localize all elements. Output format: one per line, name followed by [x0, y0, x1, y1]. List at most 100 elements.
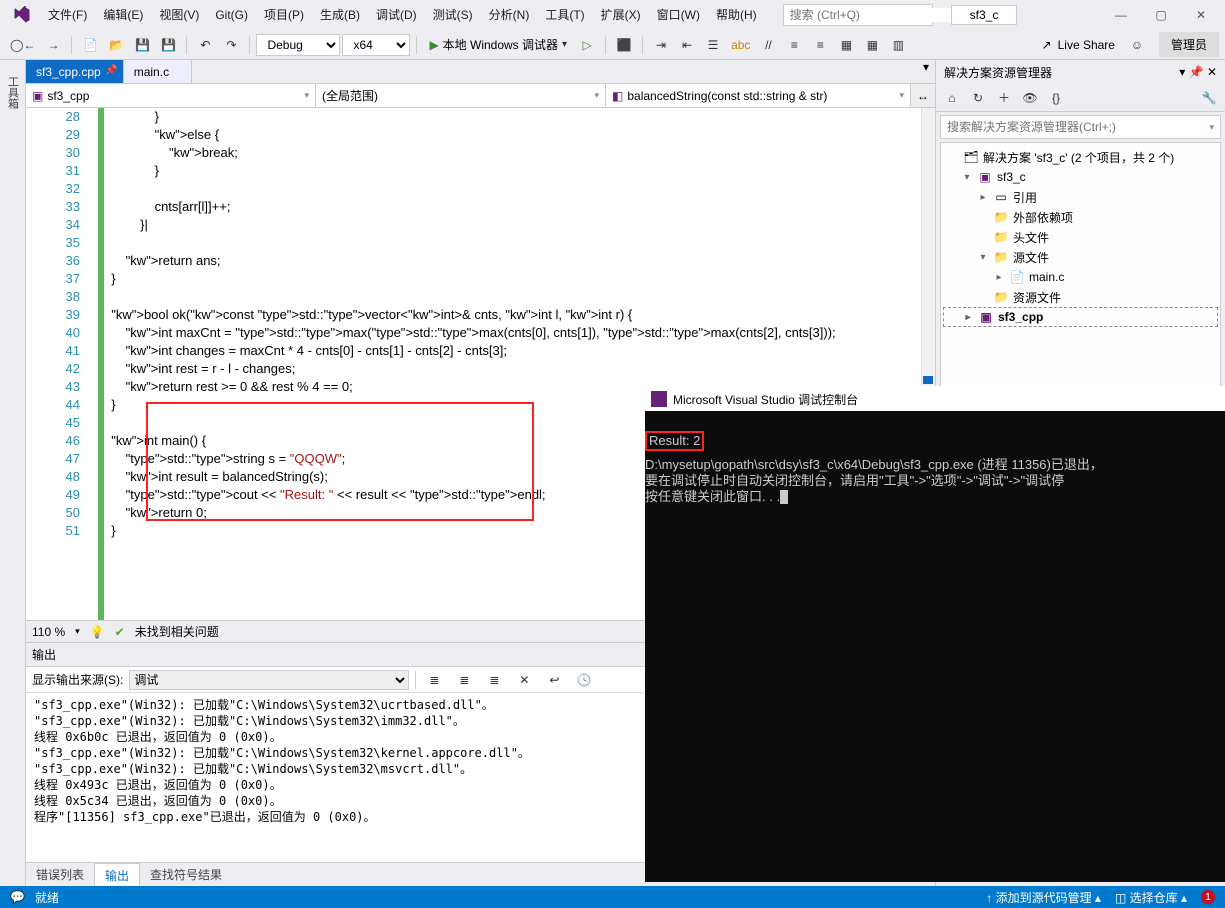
- out-tool-2[interactable]: ≣: [452, 668, 476, 692]
- menu-生成[interactable]: 生成(B): [312, 0, 368, 30]
- out-tool-1[interactable]: ≣: [422, 668, 446, 692]
- tabs-overflow[interactable]: ▾: [917, 60, 935, 83]
- menu-测试[interactable]: 测试(S): [425, 0, 481, 30]
- sol-home[interactable]: ⌂: [940, 86, 964, 110]
- sol-pin[interactable]: 📌: [1189, 65, 1204, 79]
- menu-帮助[interactable]: 帮助(H): [708, 0, 765, 30]
- maximize-button[interactable]: ▢: [1141, 0, 1181, 30]
- status-item[interactable]: ↑ 添加到源代码管理 ▴: [986, 889, 1101, 906]
- status-badge[interactable]: 1: [1201, 890, 1215, 904]
- save-all-button[interactable]: 💾: [156, 33, 180, 57]
- sol-dropdown[interactable]: ▾: [1179, 65, 1185, 79]
- start-without-debug[interactable]: ▷: [575, 33, 599, 57]
- menu-编辑[interactable]: 编辑(E): [95, 0, 151, 30]
- bottom-tab-0[interactable]: 错误列表: [26, 863, 94, 886]
- solution-search-input[interactable]: [941, 120, 1203, 134]
- forward-button[interactable]: →: [41, 33, 65, 57]
- sol-plus[interactable]: ＋: [992, 86, 1016, 110]
- menu-分析[interactable]: 分析(N): [481, 0, 538, 30]
- solution-search[interactable]: ▾: [940, 115, 1221, 139]
- status-item[interactable]: ◫ 选择仓库 ▴: [1115, 889, 1187, 906]
- sol-close[interactable]: ✕: [1207, 65, 1217, 79]
- tree-item-main.c[interactable]: ▸📄main.c: [943, 267, 1218, 287]
- tool-k[interactable]: ▥: [886, 33, 910, 57]
- tree-item-sf3_c[interactable]: ▾▣sf3_c: [943, 167, 1218, 187]
- bottom-tab-1[interactable]: 输出: [94, 863, 140, 886]
- tool-a[interactable]: ⬛: [612, 33, 636, 57]
- menu-窗口[interactable]: 窗口(W): [649, 0, 708, 30]
- file-tab-main.c[interactable]: main.c: [124, 60, 192, 83]
- output-title: 输出: [32, 646, 56, 663]
- undo-button[interactable]: ↶: [193, 33, 217, 57]
- tree-item-头文件[interactable]: 📁头文件: [943, 227, 1218, 247]
- new-project-button[interactable]: 📄: [78, 33, 102, 57]
- file-tab-sf3_cpp.cpp[interactable]: sf3_cpp.cpp📌✕: [26, 60, 124, 83]
- out-wrap[interactable]: ↩: [542, 668, 566, 692]
- console-cursor: [780, 490, 788, 504]
- run-button[interactable]: ▶ 本地 Windows 调试器 ▾: [423, 36, 573, 53]
- statusbar: 💬 就绪 ↑ 添加到源代码管理 ▴ ◫ 选择仓库 ▴ 1: [0, 886, 1225, 908]
- tree-item-引用[interactable]: ▸▭引用: [943, 187, 1218, 207]
- bottom-tab-2[interactable]: 查找符号结果: [140, 863, 232, 886]
- save-button[interactable]: 💾: [130, 33, 154, 57]
- out-time[interactable]: 🕓: [572, 668, 596, 692]
- sol-sync[interactable]: ↻: [966, 86, 990, 110]
- tree-item-sf3_cpp[interactable]: ▸▣sf3_cpp: [943, 307, 1218, 327]
- solution-root[interactable]: 🗂 解决方案 'sf3_c' (2 个项目，共 2 个): [943, 147, 1218, 167]
- close-button[interactable]: ✕: [1181, 0, 1221, 30]
- sol-view[interactable]: 👁: [1018, 86, 1042, 110]
- play-icon: ▶: [429, 38, 438, 52]
- window-controls: — ▢ ✕: [1101, 0, 1221, 30]
- menu-项目[interactable]: 项目(P): [256, 0, 312, 30]
- config-select[interactable]: Debug: [256, 34, 340, 56]
- platform-select[interactable]: x64: [342, 34, 410, 56]
- menu-调试[interactable]: 调试(D): [368, 0, 425, 30]
- sol-bracket[interactable]: {}: [1044, 86, 1068, 110]
- back-button[interactable]: ◯←: [6, 33, 39, 57]
- rail-toolbox[interactable]: 工具箱: [3, 70, 23, 115]
- zoom-level[interactable]: 110 %: [32, 625, 65, 639]
- nav-scope-mid[interactable]: (全局范围)▾: [316, 84, 606, 107]
- menu-文件[interactable]: 文件(F): [40, 0, 95, 30]
- redo-button[interactable]: ↷: [219, 33, 243, 57]
- status-ready: 就绪: [35, 889, 59, 906]
- admin-label: 管理员: [1159, 32, 1219, 57]
- console-titlebar[interactable]: Microsoft Visual Studio 调试控制台: [645, 387, 1225, 411]
- menu-Git[interactable]: Git(G): [207, 0, 256, 30]
- live-share-button[interactable]: ↗ Live Share: [1034, 38, 1123, 52]
- tool-h[interactable]: ≡: [808, 33, 832, 57]
- tool-j[interactable]: ▦: [860, 33, 884, 57]
- out-clear[interactable]: ✕: [512, 668, 536, 692]
- titlebar-search-input[interactable]: [784, 8, 951, 22]
- tool-e[interactable]: abc: [727, 33, 754, 57]
- sol-wrench[interactable]: 🔧: [1197, 86, 1221, 110]
- tool-b[interactable]: ⇥: [649, 33, 673, 57]
- tool-c[interactable]: ⇤: [675, 33, 699, 57]
- tool-d[interactable]: ☰: [701, 33, 725, 57]
- menu-扩展[interactable]: 扩展(X): [593, 0, 649, 30]
- tool-g[interactable]: ≡: [782, 33, 806, 57]
- open-button[interactable]: 📂: [104, 33, 128, 57]
- tree-item-源文件[interactable]: ▾📁源文件: [943, 247, 1218, 267]
- nav-scope-left[interactable]: ▣sf3_cpp▾: [26, 84, 316, 107]
- run-label: 本地 Windows 调试器: [443, 36, 558, 53]
- tool-i[interactable]: ▦: [834, 33, 858, 57]
- status-comment-icon[interactable]: 💬: [10, 890, 25, 904]
- debug-console-window[interactable]: Microsoft Visual Studio 调试控制台 Result: 2 …: [645, 386, 1225, 882]
- menu-工具[interactable]: 工具(T): [537, 0, 592, 30]
- out-tool-3[interactable]: ≣: [482, 668, 506, 692]
- tree-item-资源文件[interactable]: 📁资源文件: [943, 287, 1218, 307]
- feedback-icon[interactable]: ☺: [1125, 33, 1149, 57]
- tool-f[interactable]: //: [756, 33, 780, 57]
- titlebar: 文件(F)编辑(E)视图(V)Git(G)项目(P)生成(B)调试(D)测试(S…: [0, 0, 1225, 30]
- split-editor-button[interactable]: ↔: [911, 84, 935, 107]
- lightbulb-icon[interactable]: 💡: [90, 625, 105, 639]
- output-source-select[interactable]: 调试: [129, 670, 409, 690]
- nav-scope-right[interactable]: ◧balancedString(const std::string & str)…: [606, 84, 911, 107]
- menu-视图[interactable]: 视图(V): [151, 0, 207, 30]
- minimize-button[interactable]: —: [1101, 0, 1141, 30]
- solution-icon: 🗂: [963, 149, 979, 165]
- tree-item-外部依赖项[interactable]: 📁外部依赖项: [943, 207, 1218, 227]
- issue-status: 未找到相关问题: [135, 623, 219, 640]
- titlebar-search[interactable]: 🔍: [783, 4, 933, 26]
